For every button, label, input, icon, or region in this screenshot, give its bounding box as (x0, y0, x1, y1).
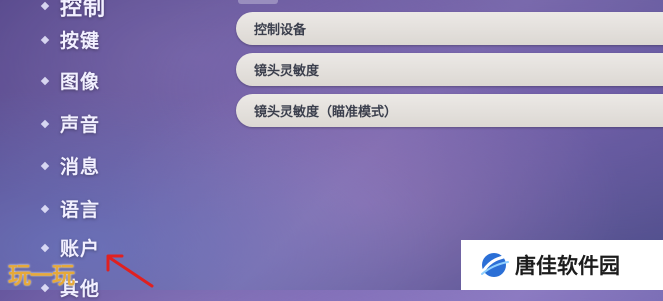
setting-row-label: 控制设备 (254, 23, 307, 38)
bullet-icon (40, 161, 50, 170)
red-arrow-icon (106, 254, 154, 288)
sidebar-item-sound[interactable]: 声音 (40, 110, 101, 137)
sidebar-item-image[interactable]: 图像 (40, 67, 101, 94)
setting-row-control-device[interactable]: 控制设备 (236, 12, 663, 45)
sidebar-item-label: 消息 (60, 156, 101, 178)
bullet-icon (40, 1, 50, 11)
section-header-fragment (238, 0, 278, 4)
sidebar-item-control[interactable]: 控制 (40, 0, 107, 22)
sidebar-item-label: 图像 (60, 71, 101, 93)
bullet-icon (40, 204, 50, 213)
bullet-icon (40, 35, 50, 44)
sidebar-item-keys[interactable]: 按键 (40, 26, 101, 53)
watermark-right: 唐佳软件园 (461, 240, 663, 290)
watermark-left: 玩一玩 (8, 263, 75, 289)
globe-logo-icon (481, 253, 509, 277)
setting-row-label: 镜头灵敏度 (254, 64, 320, 79)
sidebar-item-language[interactable]: 语言 (40, 195, 101, 222)
setting-row-label: 镜头灵敏度（瞄准模式） (254, 105, 398, 120)
sidebar-item-label: 按键 (60, 30, 101, 52)
sidebar-item-label: 语言 (60, 199, 101, 221)
settings-sidebar: 控制 按键 图像 声音 消息 语言 账户 其他 (0, 0, 230, 300)
watermark-right-text: 唐佳软件园 (515, 254, 620, 278)
sidebar-item-label: 声音 (60, 114, 101, 136)
sidebar-item-label: 控制 (60, 0, 107, 21)
bullet-icon (40, 76, 50, 85)
setting-row-camera-sensitivity-aim[interactable]: 镜头灵敏度（瞄准模式） (236, 94, 663, 127)
sidebar-item-messages[interactable]: 消息 (40, 152, 101, 179)
bullet-icon (40, 243, 50, 252)
setting-row-camera-sensitivity[interactable]: 镜头灵敏度 (236, 53, 663, 86)
bullet-icon (40, 119, 50, 128)
